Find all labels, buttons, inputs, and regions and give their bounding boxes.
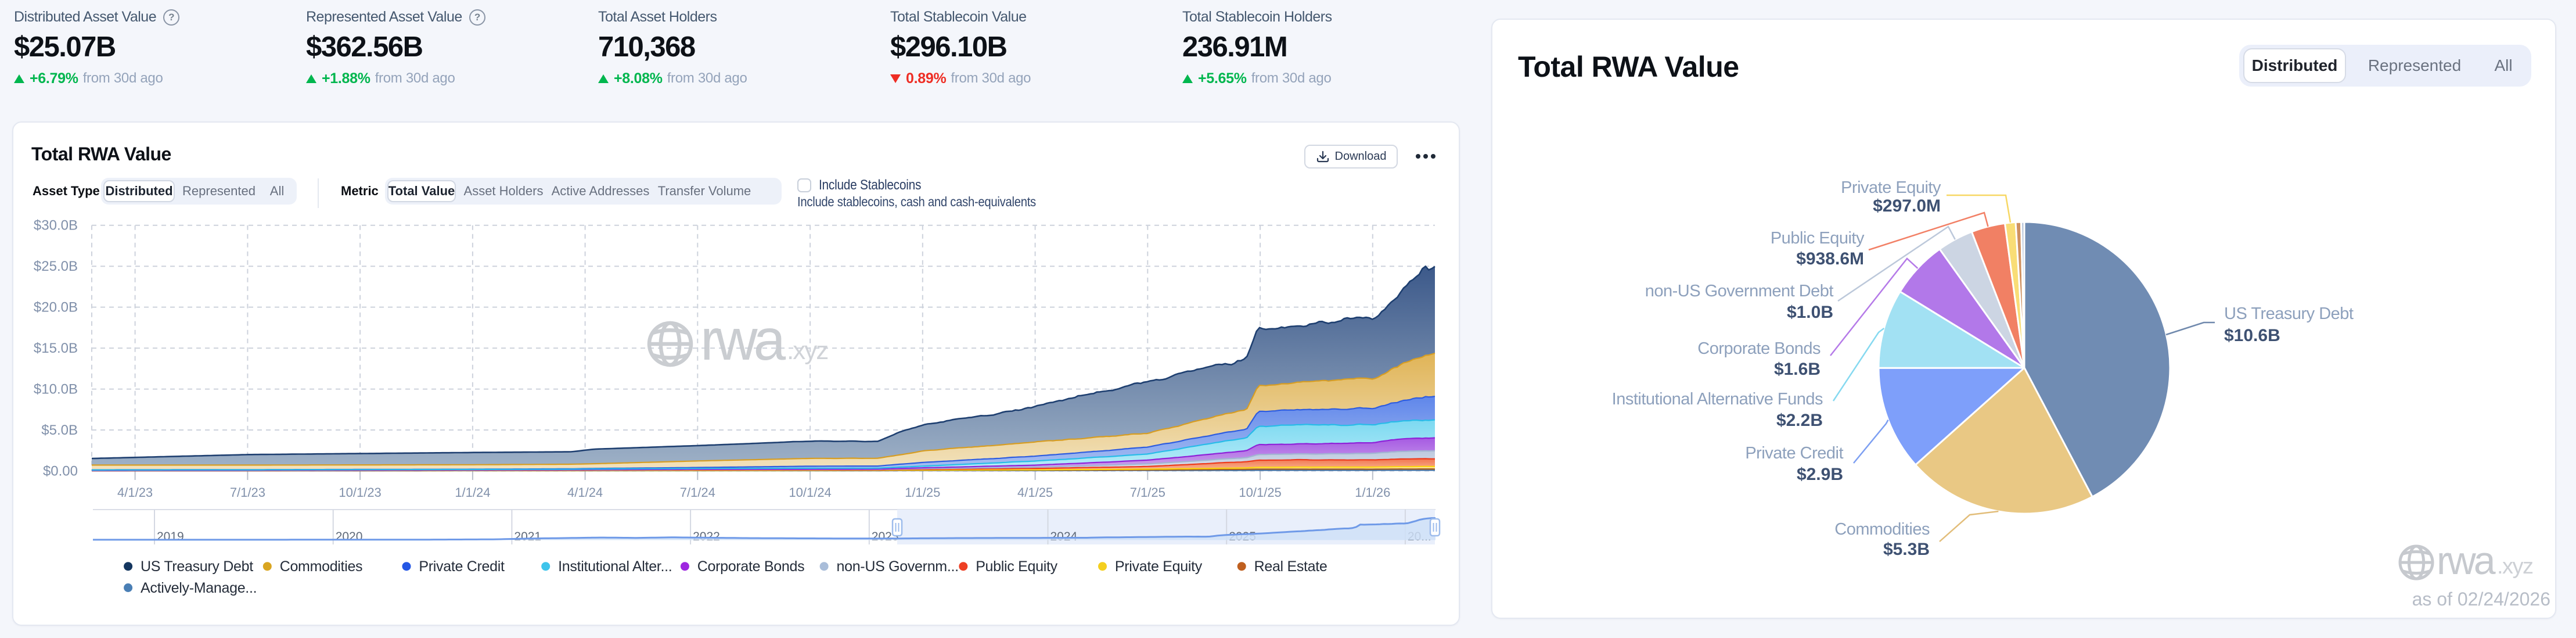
svg-text:$1.6B: $1.6B (1774, 360, 1821, 379)
svg-text:Institutional Alter...: Institutional Alter... (558, 558, 672, 575)
svg-text:Actively-Manage...: Actively-Manage... (141, 580, 257, 596)
svg-text:.xyz: .xyz (2497, 554, 2533, 579)
svg-text:$25.0B: $25.0B (34, 259, 78, 274)
svg-text:Public Equity: Public Equity (1771, 229, 1865, 248)
svg-text:non-US Governm...: non-US Governm... (837, 558, 959, 575)
svg-text:1/1/24: 1/1/24 (455, 485, 490, 500)
svg-text:$5.0B: $5.0B (41, 422, 78, 438)
svg-text:$938.6M: $938.6M (1796, 249, 1864, 268)
svg-text:Institutional Alternative Fund: Institutional Alternative Funds (1612, 390, 1823, 408)
svg-text:US Treasury Debt: US Treasury Debt (2224, 304, 2354, 323)
svg-text:2020: 2020 (336, 530, 363, 543)
svg-text:10/1/25: 10/1/25 (1239, 485, 1281, 500)
svg-text:4/1/25: 4/1/25 (1017, 485, 1053, 500)
svg-text:7/1/23: 7/1/23 (230, 485, 265, 500)
svg-text:Public Equity: Public Equity (976, 558, 1057, 575)
svg-text:.xyz: .xyz (787, 336, 828, 365)
svg-text:Private Credit: Private Credit (1745, 444, 1843, 463)
svg-text:1/1/26: 1/1/26 (1355, 485, 1390, 500)
svg-text:$2.2B: $2.2B (1776, 411, 1823, 430)
svg-text:US Treasury Debt: US Treasury Debt (141, 558, 253, 575)
svg-text:$10.0B: $10.0B (34, 382, 78, 397)
svg-text:$20.0B: $20.0B (34, 300, 78, 316)
svg-text:2022: 2022 (693, 530, 720, 543)
svg-text:2019: 2019 (157, 530, 184, 543)
svg-text:Commodities: Commodities (280, 558, 363, 575)
svg-text:rwa: rwa (700, 307, 786, 372)
svg-text:Commodities: Commodities (1834, 520, 1930, 539)
svg-text:10/1/24: 10/1/24 (789, 485, 831, 500)
svg-text:Corporate Bonds: Corporate Bonds (1697, 339, 1821, 358)
svg-text:Private Credit: Private Credit (419, 558, 505, 575)
svg-text:7/1/24: 7/1/24 (680, 485, 715, 500)
svg-text:Private Equity: Private Equity (1115, 558, 1203, 575)
svg-text:$5.3B: $5.3B (1883, 540, 1930, 559)
svg-text:rwa: rwa (2437, 539, 2496, 583)
svg-text:2021: 2021 (514, 530, 541, 543)
svg-text:2024: 2024 (1050, 530, 1078, 543)
svg-text:4/1/23: 4/1/23 (117, 485, 153, 500)
svg-text:$1.0B: $1.0B (1787, 303, 1833, 322)
svg-text:$297.0M: $297.0M (1873, 196, 1941, 216)
svg-text:$2.9B: $2.9B (1797, 465, 1843, 484)
svg-text:4/1/24: 4/1/24 (567, 485, 603, 500)
svg-text:7/1/25: 7/1/25 (1130, 485, 1165, 500)
svg-text:10/1/23: 10/1/23 (339, 485, 381, 500)
svg-text:1/1/25: 1/1/25 (905, 485, 940, 500)
svg-text:non-US Government Debt: non-US Government Debt (1645, 282, 1834, 300)
svg-text:Private Equity: Private Equity (1841, 178, 1941, 197)
svg-text:as of 02/24/2026: as of 02/24/2026 (2412, 589, 2550, 610)
svg-text:$15.0B: $15.0B (34, 340, 78, 356)
svg-text:$0.00: $0.00 (43, 464, 78, 479)
svg-text:$30.0B: $30.0B (34, 218, 78, 234)
svg-text:$10.6B: $10.6B (2224, 326, 2280, 345)
svg-text:Real Estate: Real Estate (1254, 558, 1327, 575)
svg-text:Corporate Bonds: Corporate Bonds (697, 558, 805, 575)
